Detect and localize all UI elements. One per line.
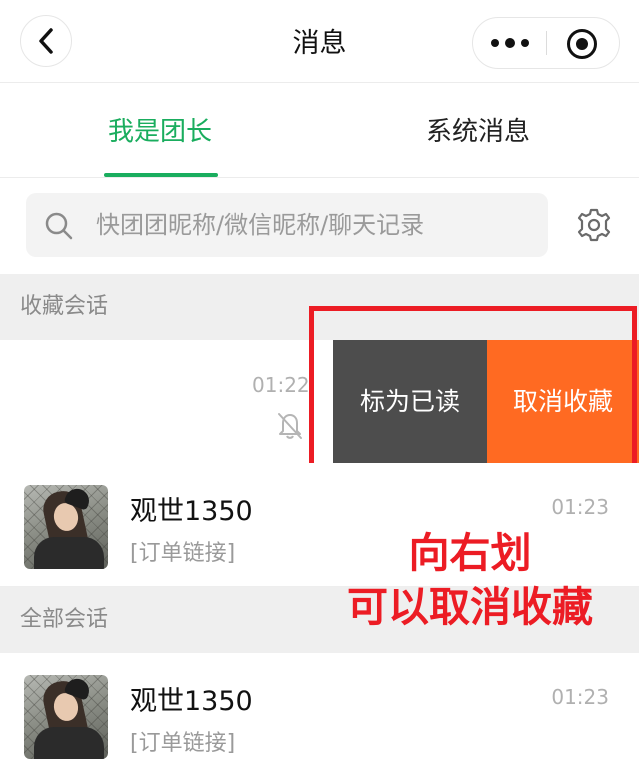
avatar-body — [34, 537, 104, 569]
highlight-box — [309, 306, 637, 488]
message-preview: [订单链接] — [130, 541, 236, 566]
tabs-divider — [0, 177, 639, 178]
section-title: 全部会话 — [20, 607, 109, 632]
list-item[interactable]: 观世1350 [订单链接] 01:23 — [0, 653, 639, 776]
message-time: 01:23 — [551, 685, 609, 709]
contact-name: 观世1350 — [130, 496, 253, 527]
mini-program-capsule — [472, 17, 620, 69]
search-input[interactable] — [96, 193, 536, 257]
more-menu-button[interactable] — [473, 18, 546, 68]
tab-leader[interactable]: 我是团长 — [60, 88, 260, 176]
back-button[interactable] — [20, 15, 72, 67]
close-target-icon[interactable] — [567, 29, 597, 59]
muted-bell-icon — [278, 413, 302, 439]
search-icon — [45, 212, 73, 240]
annotation-line-2: 可以取消收藏 — [347, 583, 593, 631]
more-icon-dot — [504, 38, 515, 48]
gear-icon[interactable] — [575, 206, 613, 244]
more-icon — [490, 39, 499, 47]
section-title: 收藏会话 — [20, 294, 109, 319]
avatar — [24, 675, 108, 759]
avatar — [24, 485, 108, 569]
message-time: 01:22 — [252, 373, 310, 397]
message-time: 01:23 — [551, 495, 609, 519]
chevron-left-icon — [39, 28, 53, 54]
message-preview: [订单链接] — [130, 731, 236, 756]
contact-name: 观世1350 — [130, 686, 253, 717]
tab-system-messages[interactable]: 系统消息 — [378, 88, 578, 176]
annotation-line-1: 向右划 — [408, 529, 532, 577]
search-bar[interactable] — [26, 193, 548, 257]
more-icon-dot — [520, 39, 529, 47]
annotation-text: 向右划 可以取消收藏 — [305, 526, 635, 634]
capsule-divider — [546, 31, 547, 55]
avatar-body — [34, 727, 104, 759]
